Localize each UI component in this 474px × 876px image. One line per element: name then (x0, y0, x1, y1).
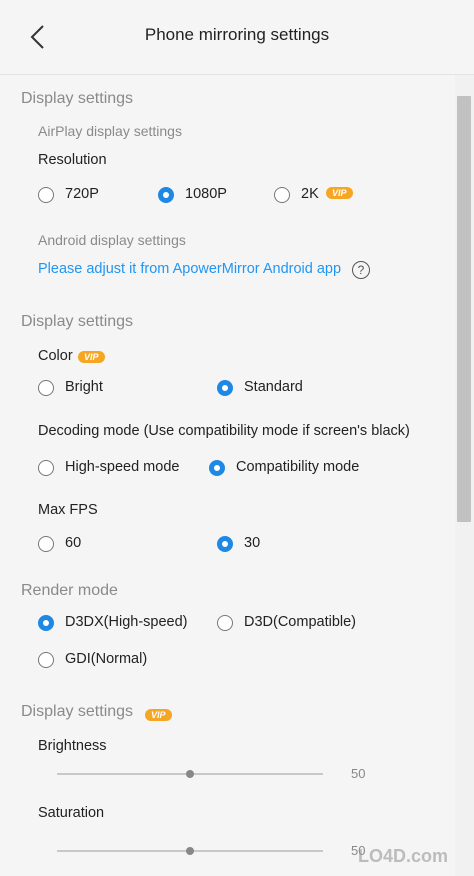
android-app-link[interactable]: Please adjust it from ApowerMirror Andro… (38, 261, 341, 277)
radio-high-speed-label[interactable]: High-speed mode (65, 459, 179, 475)
radio-gdi[interactable] (38, 652, 54, 668)
radio-d3dx[interactable] (38, 615, 54, 631)
section-title-render: Render mode (21, 582, 118, 599)
radio-2k[interactable] (274, 187, 290, 203)
radio-720p[interactable] (38, 187, 54, 203)
radio-standard-label[interactable]: Standard (244, 379, 303, 395)
radio-fps-60[interactable] (38, 536, 54, 552)
radio-1080p[interactable] (158, 187, 174, 203)
brightness-value: 50 (351, 766, 366, 781)
vip-badge: VIP (326, 187, 353, 199)
section-title-display-2: Display settings (21, 313, 134, 330)
page-title: Phone mirroring settings (144, 25, 330, 44)
max-fps-label: Max FPS (38, 502, 98, 518)
radio-compatibility-label[interactable]: Compatibility mode (236, 459, 359, 475)
radio-bright-label[interactable]: Bright (65, 379, 103, 395)
section-title-display: Display settings (21, 90, 134, 107)
radio-high-speed[interactable] (38, 460, 54, 476)
vip-badge: VIP (78, 351, 105, 363)
radio-fps-30-label[interactable]: 30 (244, 535, 260, 551)
color-label: Color (38, 348, 73, 364)
resolution-label: Resolution (38, 152, 107, 168)
radio-standard[interactable] (217, 380, 233, 396)
radio-2k-label[interactable]: 2K (301, 186, 319, 202)
airplay-settings-title: AirPlay display settings (38, 123, 182, 139)
radio-fps-60-label[interactable]: 60 (65, 535, 81, 551)
saturation-slider-handle[interactable] (186, 847, 194, 855)
android-settings-title: Android display settings (38, 232, 186, 248)
saturation-label: Saturation (38, 805, 105, 821)
scrollbar-thumb[interactable] (457, 96, 471, 522)
title-bar: Phone mirroring settings (0, 0, 474, 75)
radio-fps-30[interactable] (217, 536, 233, 552)
radio-d3d-label[interactable]: D3D(Compatible) (244, 614, 356, 630)
brightness-label: Brightness (38, 738, 107, 754)
help-icon[interactable]: ? (352, 261, 370, 279)
radio-compatibility[interactable] (209, 460, 225, 476)
watermark-logo: LO4D.com (358, 846, 449, 866)
radio-bright[interactable] (38, 380, 54, 396)
brightness-slider-handle[interactable] (186, 770, 194, 778)
vip-badge: VIP (145, 709, 172, 721)
radio-1080p-label[interactable]: 1080P (185, 186, 227, 202)
section-title-display-3: Display settings (21, 703, 134, 720)
decoding-mode-label: Decoding mode (Use compatibility mode if… (38, 423, 410, 439)
radio-d3dx-label[interactable]: D3DX(High-speed) (65, 614, 188, 630)
radio-720p-label[interactable]: 720P (65, 186, 99, 202)
radio-d3d[interactable] (217, 615, 233, 631)
radio-gdi-label[interactable]: GDI(Normal) (65, 651, 147, 667)
